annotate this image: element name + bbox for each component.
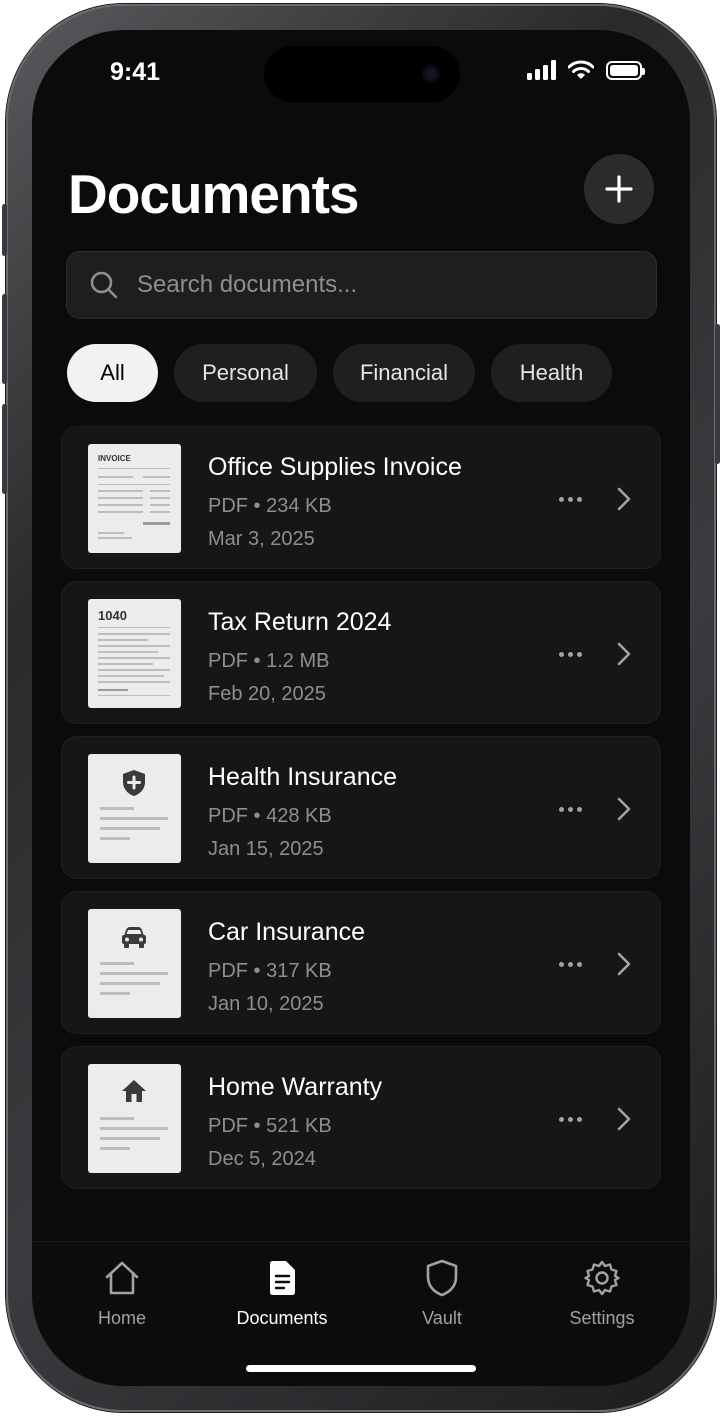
- search-input[interactable]: [137, 271, 656, 299]
- document-row[interactable]: INVOICE Office Supplies Invoice PDF • 23…: [61, 426, 661, 569]
- document-row[interactable]: Car Insurance PDF • 317 KB Jan 10, 2025: [61, 891, 661, 1034]
- chevron-right-icon[interactable]: [614, 1105, 634, 1133]
- action-button: [2, 204, 7, 256]
- dynamic-island: [264, 46, 460, 102]
- document-meta: PDF • 234 KB: [208, 495, 332, 517]
- cellular-signal-icon: [527, 60, 556, 80]
- car-insurance-thumbnail: [88, 909, 181, 1018]
- search-icon: [89, 270, 119, 300]
- tab-settings[interactable]: Settings: [542, 1258, 662, 1329]
- camera-icon: [422, 65, 440, 83]
- document-date: Feb 20, 2025: [208, 683, 326, 705]
- volume-down-button: [2, 404, 7, 494]
- document-name: Car Insurance: [208, 918, 366, 946]
- document-name: Office Supplies Invoice: [208, 453, 462, 481]
- document-list: INVOICE Office Supplies Invoice PDF • 23…: [61, 426, 661, 1201]
- chevron-right-icon[interactable]: [614, 640, 634, 668]
- search-bar[interactable]: [66, 251, 657, 319]
- chevron-right-icon[interactable]: [614, 795, 634, 823]
- home-indicator[interactable]: [246, 1365, 476, 1372]
- document-info: Health Insurance PDF • 428 KB Jan 15, 20…: [208, 763, 397, 861]
- more-options-button[interactable]: [552, 640, 588, 668]
- document-row[interactable]: Home Warranty PDF • 521 KB Dec 5, 2024: [61, 1046, 661, 1189]
- document-date: Mar 3, 2025: [208, 528, 315, 550]
- filter-chip-financial[interactable]: Financial: [333, 344, 475, 402]
- tab-label: Vault: [422, 1308, 462, 1328]
- more-options-button[interactable]: [552, 795, 588, 823]
- document-icon: [267, 1258, 297, 1298]
- battery-icon: [606, 60, 645, 80]
- document-date: Jan 10, 2025: [208, 993, 324, 1015]
- more-options-button[interactable]: [552, 1105, 588, 1133]
- tax-form-thumbnail: 1040: [88, 599, 181, 708]
- chevron-right-icon[interactable]: [614, 485, 634, 513]
- status-icons: [527, 60, 645, 80]
- tab-label: Documents: [236, 1308, 328, 1328]
- page-title: Documents: [68, 163, 359, 225]
- document-info: Tax Return 2024 PDF • 1.2 MB Feb 20, 202…: [208, 608, 391, 706]
- health-shield-icon: [123, 770, 145, 796]
- document-date: Dec 5, 2024: [208, 1148, 316, 1170]
- car-icon: [122, 927, 146, 948]
- document-meta: PDF • 428 KB: [208, 805, 332, 827]
- house-icon: [122, 1080, 146, 1102]
- gear-icon: [583, 1258, 621, 1298]
- home-warranty-thumbnail: [88, 1064, 181, 1173]
- document-row[interactable]: Health Insurance PDF • 428 KB Jan 15, 20…: [61, 736, 661, 879]
- shield-icon: [426, 1258, 458, 1298]
- thumbnail-label: INVOICE: [98, 454, 131, 463]
- document-meta: PDF • 521 KB: [208, 1115, 332, 1137]
- plus-icon: [605, 175, 633, 203]
- thumbnail-label: 1040: [98, 608, 127, 623]
- power-button: [715, 324, 720, 464]
- document-name: Home Warranty: [208, 1073, 383, 1101]
- more-options-button[interactable]: [552, 485, 588, 513]
- health-insurance-thumbnail: [88, 754, 181, 863]
- document-info: Office Supplies Invoice PDF • 234 KB Mar…: [208, 453, 462, 551]
- document-row[interactable]: 1040 Tax Return 2024 PDF • 1.2 MB Feb 20…: [61, 581, 661, 724]
- wifi-icon: [568, 60, 594, 79]
- invoice-thumbnail: INVOICE: [88, 444, 181, 553]
- document-name: Tax Return 2024: [208, 608, 392, 636]
- home-icon: [103, 1258, 141, 1298]
- filter-chips: All Personal Financial Health: [67, 344, 612, 402]
- phone-screen: 9:41 Documents All Personal Financ: [32, 30, 690, 1386]
- tab-home[interactable]: Home: [62, 1258, 182, 1329]
- document-date: Jan 15, 2025: [208, 838, 324, 860]
- document-info: Home Warranty PDF • 521 KB Dec 5, 2024: [208, 1073, 382, 1171]
- document-meta: PDF • 1.2 MB: [208, 650, 330, 672]
- filter-chip-all[interactable]: All: [67, 344, 158, 402]
- chevron-right-icon[interactable]: [614, 950, 634, 978]
- tab-label: Home: [97, 1308, 146, 1328]
- status-time: 9:41: [110, 58, 161, 86]
- more-options-button[interactable]: [552, 950, 588, 978]
- add-document-button[interactable]: [584, 154, 654, 224]
- tab-documents[interactable]: Documents: [222, 1258, 342, 1329]
- volume-up-button: [2, 294, 7, 384]
- filter-chip-health[interactable]: Health: [491, 344, 612, 402]
- filter-chip-personal[interactable]: Personal: [174, 344, 317, 402]
- document-name: Health Insurance: [208, 763, 398, 791]
- tab-vault[interactable]: Vault: [382, 1258, 502, 1329]
- document-info: Car Insurance PDF • 317 KB Jan 10, 2025: [208, 918, 365, 1016]
- tab-label: Settings: [569, 1308, 635, 1328]
- document-meta: PDF • 317 KB: [208, 960, 332, 982]
